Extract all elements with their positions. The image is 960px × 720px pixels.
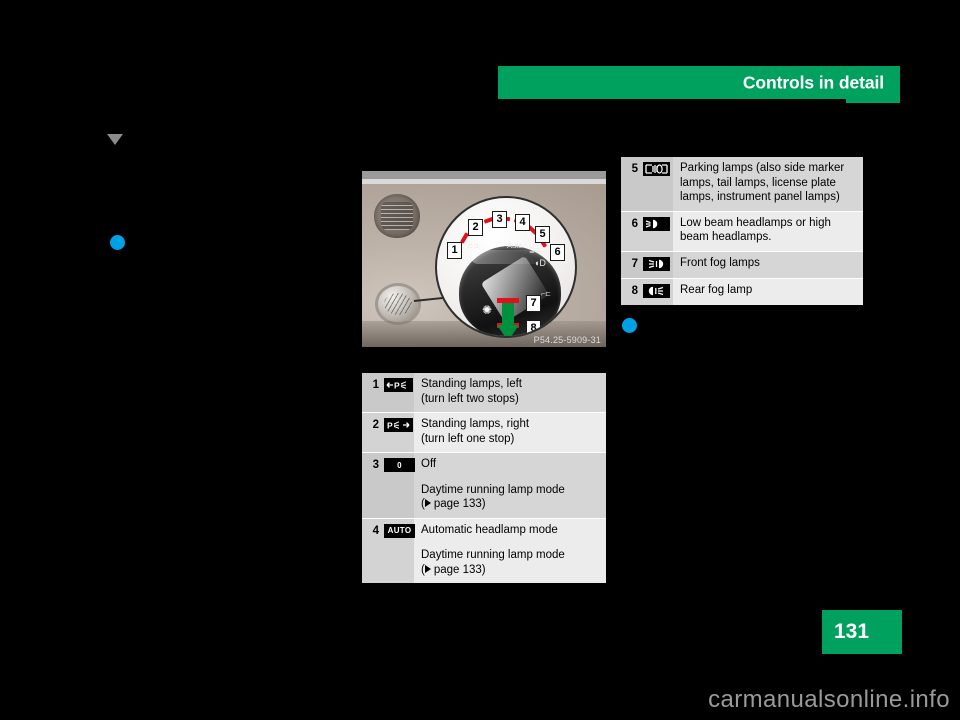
chapter-bar-notch [846, 99, 900, 103]
dial-symbol-lowbeam: ◖D [534, 258, 546, 268]
dial-label-off: 0 [492, 239, 498, 249]
legend-number: 2 [372, 419, 379, 431]
legend-row: 3 0 Off Daytime running lamp mode (page … [362, 452, 606, 518]
air-vent-icon [374, 194, 420, 238]
legend-description: Automatic headlamp mode Daytime running … [414, 519, 606, 584]
legend-number: 1 [372, 379, 379, 391]
callout-2: 2 [468, 219, 483, 236]
green-arrow-stem [502, 303, 514, 325]
rear-fog-lamp-icon [643, 283, 670, 298]
light-switch-figure: ⊂⊐· 0 Auto ⊒⊏ ◖D ⌐⊏ 1 2 3 4 5 6 7 8 ✺ P5… [362, 171, 606, 347]
legend-table-top: 5 Parking lamps (also side marker lamps,… [621, 157, 863, 305]
legend-line: Automatic headlamp mode [421, 523, 558, 536]
legend-description: Standing lamps, left (turn left two stop… [414, 373, 606, 412]
page-number: 131 [834, 620, 870, 643]
dial-label-auto: Auto [507, 241, 523, 250]
legend-key-cell: 1 P [362, 373, 414, 412]
legend-key-cell: 2 P [362, 413, 414, 452]
legend-page-reference: (page 133) [421, 563, 600, 578]
legend-line: (turn left two stops) [421, 392, 519, 405]
site-watermark: carmanualsonline.info [708, 686, 950, 713]
pageref-text: page 133) [433, 498, 486, 510]
page-reference-triangle-icon [424, 564, 431, 573]
legend-line: Off [421, 458, 437, 470]
callout-1: 1 [447, 242, 462, 259]
legend-key-cell: 6 [621, 211, 673, 251]
front-fog-lamp-icon [643, 256, 670, 271]
page-number-box: 131 [822, 610, 902, 654]
legend-row: 4 AUTO Automatic headlamp mode Daytime r… [362, 517, 606, 584]
blue-bullet-left [110, 235, 125, 250]
legend-line: beam headlamps. [680, 231, 772, 243]
legend-number: 4 [372, 524, 379, 537]
legend-line: Daytime running lamp mode [421, 483, 565, 496]
green-arrow-head [497, 325, 519, 336]
svg-text:P: P [387, 420, 393, 430]
pageref-text: page 133) [433, 563, 486, 576]
legend-description: Parking lamps (also side marker lamps, t… [673, 157, 863, 211]
callout-5: 5 [535, 226, 550, 243]
legend-description: Standing lamps, right (turn left one sto… [414, 413, 606, 452]
callout-7: 7 [526, 295, 541, 312]
figure-caption: P54.25-5909-31 [533, 335, 601, 345]
legend-row: 6 Low beam headlamps or high beam headla… [621, 210, 863, 251]
section-triangle-marker [107, 134, 123, 145]
legend-number: 5 [631, 163, 638, 175]
legend-row: 5 Parking lamps (also side marker lamps,… [621, 157, 863, 211]
page-reference-triangle-icon [424, 499, 431, 507]
legend-line: Standing lamps, right [421, 418, 530, 430]
legend-row: 2 P Standing lamps, right (turn left one… [362, 412, 606, 452]
legend-number: 3 [372, 459, 379, 471]
legend-row: 8 Rear fog lamp [621, 277, 863, 305]
legend-table-bottom: 1 P Standing lamps, left (turn left two … [362, 373, 606, 583]
svg-text:P: P [394, 380, 400, 390]
legend-description: Front fog lamps [673, 252, 863, 278]
auto-headlamp-icon: AUTO [384, 523, 415, 538]
light-switch-knob-small [378, 286, 418, 322]
legend-number: 6 [631, 217, 638, 230]
off-position-icon: 0 [384, 458, 415, 472]
dial-symbol-parking: ⊒⊏ [529, 247, 541, 254]
standing-lamps-right-icon: P [384, 418, 413, 432]
chapter-title: Controls in detail [742, 72, 884, 92]
chapter-header-bar: Controls in detail [498, 66, 900, 103]
legend-line: lamps, instrument panel lamps) [680, 191, 840, 203]
dial-symbol-fog: ⌐⊏ [541, 291, 551, 298]
legend-line: (turn left one stop) [421, 432, 515, 445]
legend-line: Rear fog lamp [680, 283, 753, 296]
callout-3: 3 [492, 211, 507, 228]
legend-key-cell: 7 [621, 251, 673, 278]
parking-lamps-icon [643, 162, 670, 176]
legend-number: 7 [631, 257, 638, 270]
legend-row: 1 P Standing lamps, left (turn left two … [362, 373, 606, 412]
legend-description: Low beam headlamps or high beam headlamp… [673, 212, 863, 251]
dial-symbol-standing-left: ⊂⊐· [467, 243, 482, 250]
dashboard-photo: ⊂⊐· 0 Auto ⊒⊏ ◖D ⌐⊏ 1 2 3 4 5 6 7 8 ✺ P5… [362, 184, 606, 347]
legend-page-reference: (page 133) [421, 497, 600, 512]
legend-row: 7 Front fog lamps [621, 250, 863, 278]
legend-key-cell: 8 [621, 278, 673, 305]
legend-key-cell: 5 [621, 157, 673, 211]
legend-number: 8 [631, 284, 638, 297]
magnified-switch-detail: ⊂⊐· 0 Auto ⊒⊏ ◖D ⌐⊏ 1 2 3 4 5 6 7 8 ✺ [435, 196, 577, 338]
legend-line: Low beam headlamps or high [680, 216, 831, 229]
legend-line: lamps, tail lamps, license plate [680, 176, 836, 189]
figure-top-bar [362, 171, 606, 179]
blue-bullet-middle [622, 318, 637, 333]
legend-line: Parking lamps (also side marker [680, 162, 845, 174]
legend-key-cell: 4 AUTO [362, 518, 415, 583]
dial-sun-icon: ✺ [481, 303, 493, 317]
legend-key-cell: 3 0 [362, 453, 415, 518]
standing-lamps-left-icon: P [384, 378, 413, 392]
callout-6: 6 [550, 244, 565, 261]
legend-line: Front fog lamps [680, 256, 760, 269]
callout-4: 4 [515, 214, 530, 231]
legend-line: Standing lamps, left [421, 378, 523, 390]
legend-line: Daytime running lamp mode [421, 549, 565, 561]
legend-description: Off Daytime running lamp mode (page 133) [414, 453, 606, 518]
low-beam-headlamp-icon [643, 216, 670, 231]
legend-description: Rear fog lamp [673, 279, 863, 305]
